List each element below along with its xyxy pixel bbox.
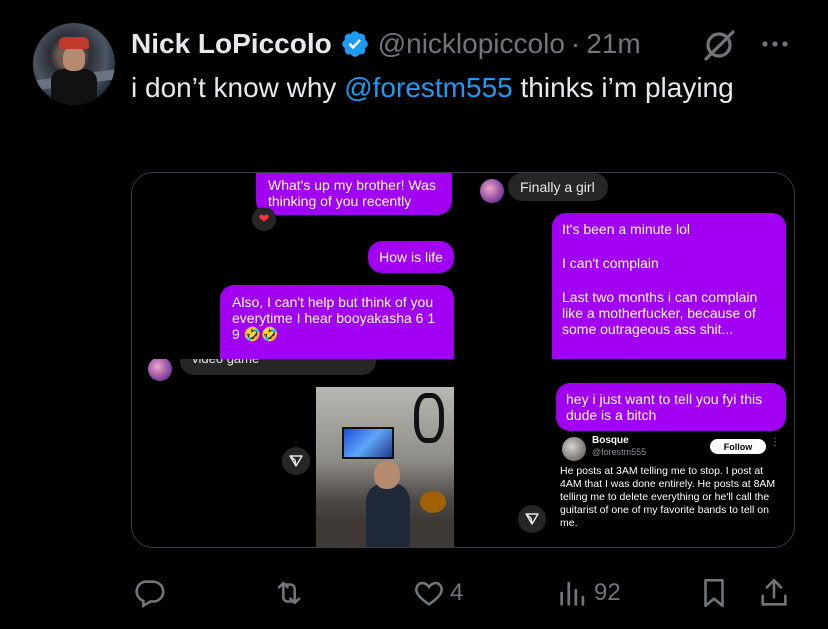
more-icon[interactable]	[760, 34, 790, 54]
reply-button[interactable]	[132, 575, 170, 611]
dm-bubble-girl: Finally a girl	[508, 173, 608, 201]
photo-plush	[420, 491, 446, 513]
tweet-header: Nick LoPiccolo @nicklopiccolo · 21m	[131, 26, 641, 62]
heart-reaction-icon: ❤	[252, 207, 276, 231]
like-button[interactable]: 4	[412, 575, 463, 611]
mention-link[interactable]: @forestm555	[344, 72, 513, 103]
quoted-name: Bosque	[592, 435, 629, 446]
quoted-body: He posts at 3AM telling me to stop. I po…	[560, 465, 776, 529]
photo-person-body	[366, 483, 410, 547]
photo-mirror	[414, 393, 444, 443]
avatar-shirt	[51, 69, 97, 105]
contact-avatar	[480, 179, 504, 203]
dm-bubble-also: Also, I can't help but think of you ever…	[220, 285, 454, 359]
author-name[interactable]: Nick LoPiccolo	[131, 28, 332, 60]
dm-line-1: It's been a minute lol	[562, 221, 690, 237]
author-avatar[interactable]	[33, 23, 115, 105]
views-icon	[560, 581, 585, 606]
dm-bubble-how: How is life	[368, 241, 454, 273]
tweet-time[interactable]: 21m	[586, 28, 640, 60]
tweet-text-before: i don’t know why	[131, 72, 345, 103]
send-icon[interactable]	[518, 505, 546, 533]
views-count: 92	[594, 579, 621, 606]
dm-bubble-complain: It's been a minute lol I can't complain …	[552, 213, 786, 359]
repost-button[interactable]	[272, 575, 310, 611]
follow-button[interactable]: Follow	[710, 439, 766, 454]
dm-line-3: Last two months i can complain like a mo…	[562, 289, 758, 337]
photo-tv	[342, 427, 394, 459]
shared-photo[interactable]	[316, 387, 454, 547]
grok-icon[interactable]	[702, 28, 736, 62]
author-handle[interactable]: @nicklopiccolo	[378, 28, 565, 60]
dm-bubble-fyi: hey i just want to tell you fyi this dud…	[556, 383, 786, 431]
share-button[interactable]	[757, 575, 791, 611]
share-icon	[761, 578, 787, 606]
dm-bubble-videogame: video game	[180, 359, 376, 375]
verified-badge-icon	[341, 31, 368, 57]
tweet-text: i don’t know why @forestm555 thinks i’m …	[131, 68, 771, 108]
dm-panel-2: Finally a girl It's been a minute lol I …	[466, 173, 794, 359]
avatar-hat	[59, 37, 89, 49]
like-count: 4	[450, 579, 464, 606]
dm-line-2: I can't complain	[562, 255, 659, 271]
reply-icon	[135, 580, 165, 609]
photo-person-head	[374, 461, 400, 489]
repost-icon	[277, 581, 301, 605]
tweet-text-after: thinks i’m playing	[512, 72, 734, 103]
bookmark-button[interactable]	[697, 575, 731, 611]
dm-panel-4: hey i just want to tell you fyi this dud…	[466, 359, 794, 547]
like-icon	[415, 581, 443, 606]
views-button[interactable]: 92	[556, 575, 621, 611]
dm-panel-1: What's up my brother! Was thinking of yo…	[132, 173, 462, 359]
quoted-more-icon[interactable]: ⋮	[770, 437, 780, 448]
separator-dot: ·	[570, 28, 581, 59]
media-collage[interactable]: What's up my brother! Was thinking of yo…	[131, 172, 795, 548]
quoted-avatar	[562, 437, 586, 461]
bookmark-icon	[704, 578, 724, 608]
contact-avatar	[148, 359, 172, 381]
send-icon[interactable]	[282, 447, 310, 475]
dm-bubble-top: What's up my brother! Was thinking of yo…	[256, 173, 452, 215]
quoted-handle: @forestm555	[592, 447, 647, 457]
avatar-face	[63, 47, 85, 71]
dm-panel-3: video game	[132, 359, 462, 547]
